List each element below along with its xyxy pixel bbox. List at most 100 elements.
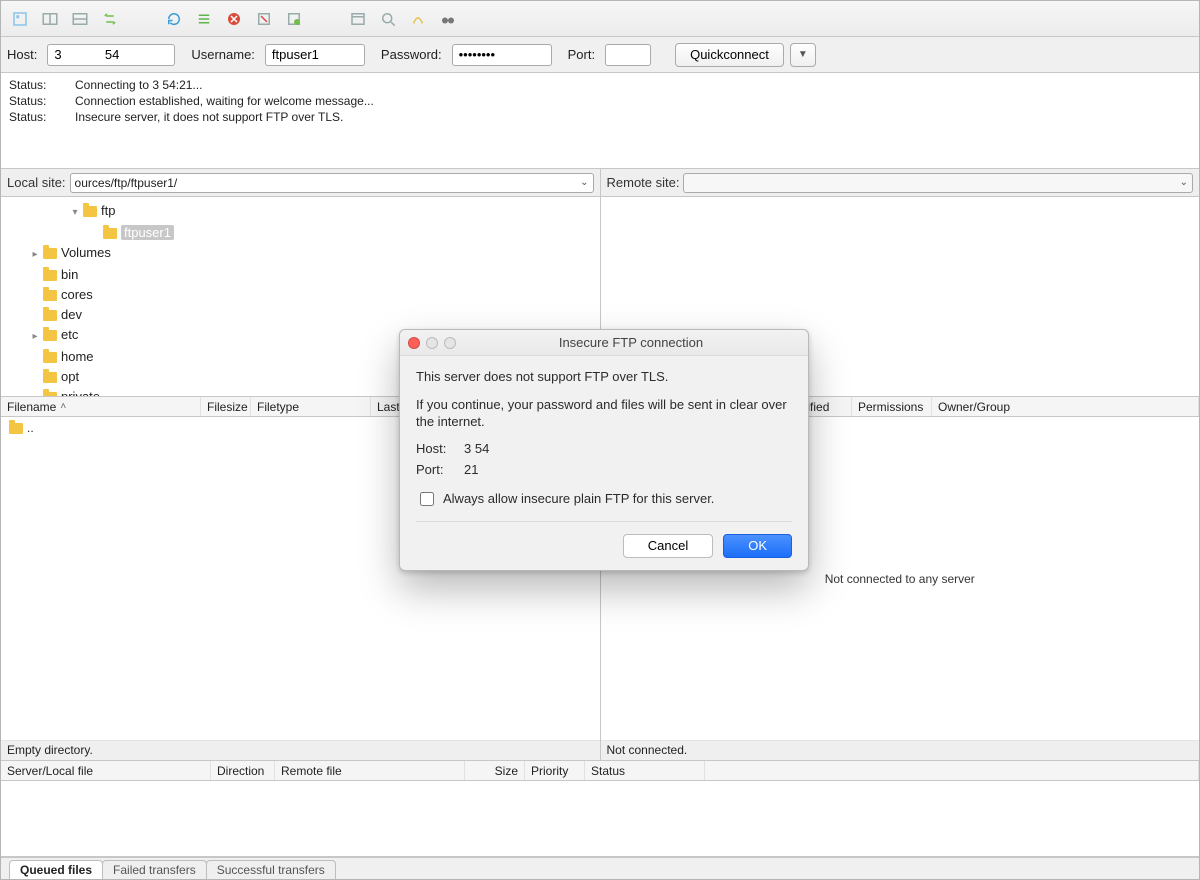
ok-button[interactable]: OK xyxy=(723,534,792,558)
folder-icon xyxy=(83,206,97,217)
qcol-spacer xyxy=(705,761,1199,780)
log-label: Status: xyxy=(9,77,57,93)
qcol-status[interactable]: Status xyxy=(585,761,705,780)
local-site-value: ources/ftp/ftpuser1/ xyxy=(75,176,178,190)
disclose-icon[interactable]: ▸ xyxy=(29,389,41,396)
sort-asc-icon: ˄ xyxy=(60,401,66,412)
tree-item-label: ftpuser1 xyxy=(121,225,174,240)
col-filetype[interactable]: Filetype xyxy=(251,397,371,416)
tree-item-label: private xyxy=(61,389,100,396)
folder-icon xyxy=(43,270,57,281)
cancel-button[interactable]: Cancel xyxy=(623,534,713,558)
cancel-icon[interactable] xyxy=(221,6,247,32)
tree-item[interactable]: bin xyxy=(9,265,594,285)
qcol-size[interactable]: Size xyxy=(465,761,525,780)
username-input[interactable] xyxy=(265,44,365,66)
qcol-remote[interactable]: Remote file xyxy=(275,761,465,780)
local-status: Empty directory. xyxy=(1,740,600,760)
password-input[interactable] xyxy=(452,44,552,66)
filter-icon[interactable] xyxy=(345,6,371,32)
close-icon[interactable] xyxy=(408,337,420,349)
always-allow-row[interactable]: Always allow insecure plain FTP for this… xyxy=(416,483,792,522)
disconnect-icon[interactable] xyxy=(251,6,277,32)
dialog-host-value: 3 54 xyxy=(464,441,489,456)
folder-icon xyxy=(43,352,57,363)
log-text: Connection established, waiting for welc… xyxy=(75,93,374,109)
folder-icon xyxy=(43,392,57,396)
tab-failed[interactable]: Failed transfers xyxy=(102,860,207,879)
toolbar xyxy=(1,1,1199,37)
layout-icon[interactable] xyxy=(37,6,63,32)
qcol-server[interactable]: Server/Local file xyxy=(1,761,211,780)
tree-item-label: bin xyxy=(61,267,78,282)
search-icon[interactable] xyxy=(375,6,401,32)
col-remote-perm[interactable]: Permissions xyxy=(852,397,932,416)
host-input[interactable] xyxy=(47,44,175,66)
port-input[interactable] xyxy=(605,44,651,66)
tree-item-label: Volumes xyxy=(61,245,111,260)
queue-body[interactable] xyxy=(1,781,1199,857)
folder-icon xyxy=(43,310,57,321)
tree-item[interactable]: ▾ ftp xyxy=(9,201,594,223)
dialog-host-label: Host: xyxy=(416,441,456,456)
log-label: Status: xyxy=(9,93,57,109)
col-filename[interactable]: Filename˄ xyxy=(1,397,201,416)
quickconnect-button[interactable]: Quickconnect xyxy=(675,43,784,67)
tree-item-label: opt xyxy=(61,369,79,384)
local-site-combo[interactable]: ources/ftp/ftpuser1/ ⌄ xyxy=(70,173,594,193)
remote-empty-msg: Not connected to any server xyxy=(601,572,1200,586)
chevron-down-icon: ⌄ xyxy=(1180,177,1188,188)
binoculars-icon[interactable] xyxy=(435,6,461,32)
dialog-port-value: 21 xyxy=(464,462,478,477)
tab-queued[interactable]: Queued files xyxy=(9,860,103,879)
quickconnect-dropdown[interactable]: ▼ xyxy=(790,43,816,67)
refresh-icon[interactable] xyxy=(161,6,187,32)
disclose-icon[interactable]: ▸ xyxy=(29,327,41,347)
always-allow-label: Always allow insecure plain FTP for this… xyxy=(443,491,714,506)
log-label: Status: xyxy=(9,109,57,125)
remote-site-combo[interactable]: ⌄ xyxy=(683,173,1193,193)
port-label: Port: xyxy=(568,47,595,62)
folder-icon xyxy=(43,372,57,383)
dialog-text-1: This server does not support FTP over TL… xyxy=(416,368,792,386)
tree-item[interactable]: ftpuser1 xyxy=(9,223,594,243)
settings-icon[interactable] xyxy=(191,6,217,32)
disclose-icon[interactable]: ▾ xyxy=(69,203,81,223)
sync-icon[interactable] xyxy=(97,6,123,32)
dialog-text-2: If you continue, your password and files… xyxy=(416,396,792,431)
tree-item[interactable]: cores xyxy=(9,285,594,305)
log-text: Insecure server, it does not support FTP… xyxy=(75,109,343,125)
chevron-down-icon: ⌄ xyxy=(580,177,588,188)
tree-item[interactable]: ▸ Volumes xyxy=(9,243,594,265)
tab-success[interactable]: Successful transfers xyxy=(206,860,336,879)
dialog-port-label: Port: xyxy=(416,462,456,477)
col-filesize[interactable]: Filesize xyxy=(201,397,251,416)
qcol-priority[interactable]: Priority xyxy=(525,761,585,780)
tree-item-label: ftp xyxy=(101,203,115,218)
local-site-label: Local site: xyxy=(7,175,66,190)
username-label: Username: xyxy=(191,47,255,62)
host-label: Host: xyxy=(7,47,37,62)
reconnect-icon[interactable] xyxy=(281,6,307,32)
message-log[interactable]: Status:Connecting to 3 54:21... Status:C… xyxy=(1,73,1199,169)
remote-status: Not connected. xyxy=(601,740,1200,760)
tree-item-label: etc xyxy=(61,327,78,342)
quickconnect-bar: Host: Username: Password: Port: Quickcon… xyxy=(1,37,1199,73)
dialog-titlebar[interactable]: Insecure FTP connection xyxy=(400,330,808,356)
minimize-icon xyxy=(426,337,438,349)
disclose-icon[interactable]: ▸ xyxy=(29,245,41,265)
col-remote-owner[interactable]: Owner/Group xyxy=(932,397,1199,416)
queue-header: Server/Local file Direction Remote file … xyxy=(1,761,1199,781)
folder-icon xyxy=(103,228,117,239)
site-bar: Local site: ources/ftp/ftpuser1/ ⌄ Remot… xyxy=(1,169,1199,197)
insecure-ftp-dialog: Insecure FTP connection This server does… xyxy=(399,329,809,571)
layout2-icon[interactable] xyxy=(67,6,93,32)
compare-icon[interactable] xyxy=(405,6,431,32)
sitemanager-icon[interactable] xyxy=(7,6,33,32)
tree-item[interactable]: dev xyxy=(9,305,594,325)
bottom-tabs: Queued files Failed transfers Successful… xyxy=(1,857,1199,879)
always-allow-checkbox[interactable] xyxy=(420,492,434,506)
zoom-icon xyxy=(444,337,456,349)
folder-icon xyxy=(43,330,57,341)
qcol-direction[interactable]: Direction xyxy=(211,761,275,780)
